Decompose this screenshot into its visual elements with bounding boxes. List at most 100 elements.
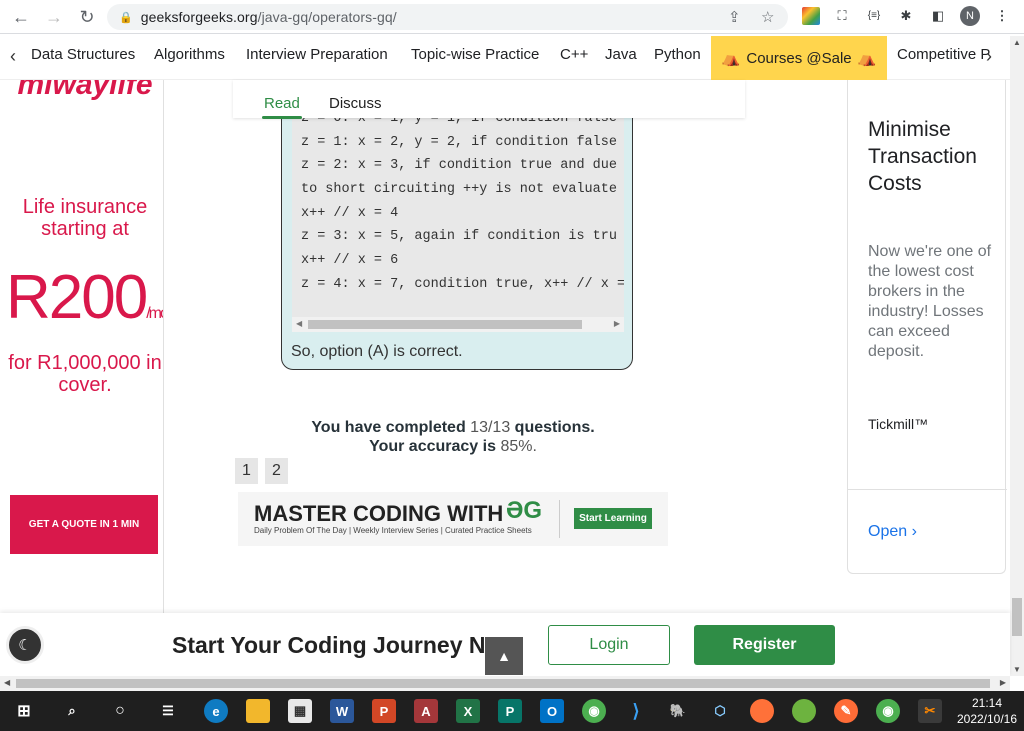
nav-item-data-structures[interactable]: Data Structures bbox=[31, 46, 135, 63]
scroll-down-arrow-icon[interactable]: ▼ bbox=[1013, 665, 1021, 674]
master-coding-banner[interactable]: MASTER CODING WITH ƏG Daily Problem Of T… bbox=[238, 492, 668, 546]
address-bar[interactable]: 🔒 geeksforgeeks.org/java-gq/operators-gq… bbox=[107, 4, 788, 30]
scroll-right-arrow-icon[interactable]: ▶ bbox=[614, 319, 620, 328]
banner-subtitle: Daily Problem Of The Day | Weekly Interv… bbox=[254, 526, 532, 535]
scrollbar-thumb[interactable] bbox=[308, 320, 582, 329]
page-button-2[interactable]: 2 bbox=[265, 458, 288, 484]
accuracy-value: 85%. bbox=[500, 438, 537, 455]
page-vertical-scrollbar[interactable]: ▲ ▼ bbox=[1010, 36, 1024, 676]
ad-open-link[interactable]: Open › bbox=[868, 523, 917, 541]
ad-open-label: Open bbox=[868, 523, 908, 540]
nav-item-topic-wise-practice[interactable]: Topic-wise Practice bbox=[411, 46, 539, 63]
register-button[interactable]: Register bbox=[694, 625, 835, 665]
menu-kebab-icon[interactable]: ⋮ bbox=[993, 7, 1011, 25]
scroll-left-arrow-icon[interactable]: ◀ bbox=[296, 319, 302, 328]
sticky-signup-bar: ☾ Start Your Coding Journey Now! Login R… bbox=[0, 613, 1010, 676]
banner-divider bbox=[559, 500, 560, 538]
tag-icon: ⛺ bbox=[721, 50, 741, 67]
scrollbar-thumb[interactable] bbox=[16, 679, 990, 688]
ad-headline: Life insurance starting at bbox=[22, 196, 148, 240]
code-line: z = 1: x = 2, y = 2, if condition false bbox=[301, 135, 617, 150]
windows-start-icon[interactable]: ⊞ bbox=[12, 699, 36, 723]
postgres-elephant-icon[interactable]: 🐘 bbox=[666, 699, 690, 723]
url-host: geeksforgeeks.org bbox=[140, 9, 258, 25]
chevron-left-icon[interactable]: ‹ bbox=[10, 46, 16, 67]
bookmark-star-icon[interactable]: ☆ bbox=[761, 8, 774, 26]
code-line: x++ // x = 4 bbox=[301, 206, 399, 221]
chrome-icon[interactable]: ◉ bbox=[582, 699, 606, 723]
nav-item-interview-preparation[interactable]: Interview Preparation bbox=[246, 46, 388, 63]
nav-item-python[interactable]: Python bbox=[654, 46, 701, 63]
powerpoint-icon[interactable]: P bbox=[372, 699, 396, 723]
clock-time: 21:14 bbox=[971, 696, 1003, 710]
right-advertisement[interactable]: Minimise Transaction Costs Now we're one… bbox=[847, 80, 1007, 574]
chrome-profile-icon[interactable]: ◉ bbox=[876, 699, 900, 723]
page-horizontal-scrollbar[interactable]: ◀ ▶ bbox=[0, 676, 1010, 691]
vscode-icon[interactable]: ⟩ bbox=[624, 699, 648, 723]
access-icon[interactable]: A bbox=[414, 699, 438, 723]
screenshot-extension-icon[interactable]: ⛶ bbox=[833, 7, 851, 25]
completed-value: 13/13 bbox=[470, 419, 511, 436]
tab-read[interactable]: Read bbox=[262, 95, 302, 119]
gfg-logo-icon: ƏG bbox=[506, 497, 543, 524]
nav-item-cpp[interactable]: C++ bbox=[560, 46, 588, 63]
outlook-icon[interactable]: O bbox=[540, 699, 564, 723]
page-button-1[interactable]: 1 bbox=[235, 458, 258, 484]
login-button[interactable]: Login bbox=[548, 625, 670, 665]
word-icon[interactable]: W bbox=[330, 699, 354, 723]
search-icon[interactable]: ⌕ bbox=[60, 699, 84, 723]
chevron-right-icon: › bbox=[911, 523, 917, 540]
windows-taskbar: ⊞ ⌕ ○ ☰ e ▦ W P A X P O ◉ ⟩ 🐘 ⬡ ✎ ◉ ✂ 21… bbox=[0, 691, 1024, 731]
code-line: to short circuiting ++y is not evaluate bbox=[301, 182, 617, 197]
extensions-puzzle-icon[interactable]: ✱ bbox=[897, 7, 915, 25]
spring-leaf-icon[interactable] bbox=[792, 699, 816, 723]
code-horizontal-scrollbar[interactable]: ◀ ▶ bbox=[292, 317, 624, 332]
profile-avatar[interactable]: N bbox=[960, 6, 980, 26]
code-line: z = 0: x = 1, y = 1, if condition false bbox=[301, 117, 617, 126]
json-extension-icon[interactable]: {≡} bbox=[865, 7, 883, 25]
file-explorer-icon[interactable] bbox=[246, 699, 270, 723]
scrollbar-thumb[interactable] bbox=[1012, 598, 1022, 636]
publisher-icon[interactable]: P bbox=[498, 699, 522, 723]
url-path: /java-gq/operators-gq/ bbox=[257, 9, 397, 25]
back-arrow-icon[interactable]: ← bbox=[8, 4, 34, 30]
left-advertisement[interactable]: miwaylife Life insurance starting at R20… bbox=[6, 80, 164, 613]
edge-browser-icon[interactable]: e bbox=[204, 699, 228, 723]
completed-line: You have completed 13/13 questions. bbox=[233, 418, 673, 437]
reload-icon[interactable]: ↻ bbox=[74, 4, 100, 30]
extension-color-icon[interactable] bbox=[802, 7, 820, 25]
tab-discuss[interactable]: Discuss bbox=[329, 95, 382, 112]
virtualbox-cube-icon[interactable]: ⬡ bbox=[708, 699, 732, 723]
firefox-icon[interactable] bbox=[750, 699, 774, 723]
nav-item-competitive[interactable]: Competitive P bbox=[897, 46, 990, 63]
code-block: z = 0: x = 1, y = 1, if condition false … bbox=[292, 117, 624, 332]
code-line: x++ // x = 6 bbox=[301, 253, 399, 268]
ad-quote-button[interactable]: GET A QUOTE IN 1 MIN bbox=[10, 495, 158, 554]
scroll-to-top-button[interactable]: ▲ bbox=[485, 637, 523, 675]
chevron-right-icon[interactable]: › bbox=[986, 46, 992, 67]
system-clock[interactable]: 21:14 2022/10/16 bbox=[950, 695, 1024, 727]
snipping-tool-icon[interactable]: ✂ bbox=[918, 699, 942, 723]
nav-item-algorithms[interactable]: Algorithms bbox=[154, 46, 225, 63]
task-view-icon[interactable]: ☰ bbox=[156, 699, 180, 723]
scroll-up-arrow-icon[interactable]: ▲ bbox=[1013, 38, 1021, 47]
ad-price-period: /mo. bbox=[146, 305, 163, 322]
ad-brand: Tickmill™ bbox=[868, 416, 929, 432]
postman-icon[interactable]: ✎ bbox=[834, 699, 858, 723]
scroll-right-arrow-icon[interactable]: ▶ bbox=[1000, 678, 1006, 687]
ad-body: Now we're one of the lowest cost brokers… bbox=[868, 243, 992, 360]
dark-mode-moon-icon[interactable]: ☾ bbox=[6, 626, 44, 664]
side-panel-icon[interactable]: ◧ bbox=[929, 7, 947, 25]
accuracy-line: Your accuracy is 85%. bbox=[233, 437, 673, 456]
ad-price: R200/mo. bbox=[6, 262, 163, 333]
answer-explanation: z = 0: x = 1, y = 1, if condition false … bbox=[281, 108, 633, 370]
start-learning-button[interactable]: Start Learning bbox=[574, 508, 652, 529]
forward-arrow-icon[interactable]: → bbox=[41, 4, 67, 30]
nav-item-java[interactable]: Java bbox=[605, 46, 637, 63]
share-icon[interactable]: ⇪ bbox=[728, 8, 741, 26]
scroll-left-arrow-icon[interactable]: ◀ bbox=[4, 678, 10, 687]
store-icon[interactable]: ▦ bbox=[288, 699, 312, 723]
nav-item-courses[interactable]: ⛺ Courses @Sale ⛺ bbox=[711, 36, 887, 80]
excel-icon[interactable]: X bbox=[456, 699, 480, 723]
cortana-circle-icon[interactable]: ○ bbox=[108, 699, 132, 723]
